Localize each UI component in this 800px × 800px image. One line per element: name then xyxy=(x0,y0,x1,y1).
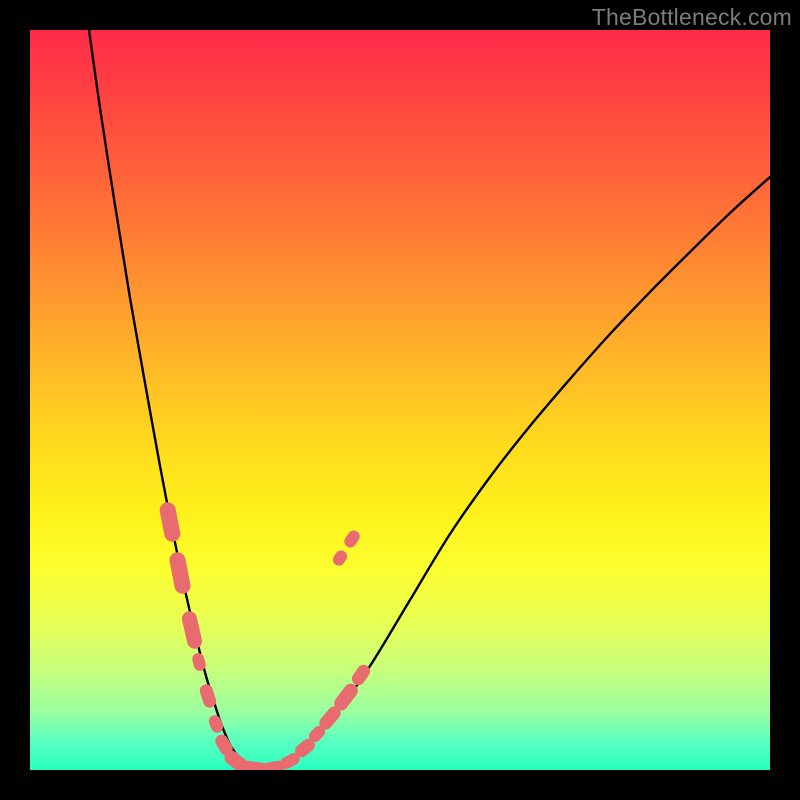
highlighted-points-layer xyxy=(30,30,770,770)
curve-marker xyxy=(198,683,218,710)
curve-marker xyxy=(158,501,181,543)
chart-frame: TheBottleneck.com xyxy=(0,0,800,800)
curve-marker xyxy=(342,528,362,550)
curve-marker xyxy=(168,551,192,595)
curve-marker xyxy=(191,652,207,672)
curve-marker xyxy=(207,713,225,734)
watermark-text: TheBottleneck.com xyxy=(592,4,792,31)
plot-area xyxy=(30,30,770,770)
curve-marker xyxy=(180,610,203,650)
curve-marker xyxy=(330,548,349,568)
